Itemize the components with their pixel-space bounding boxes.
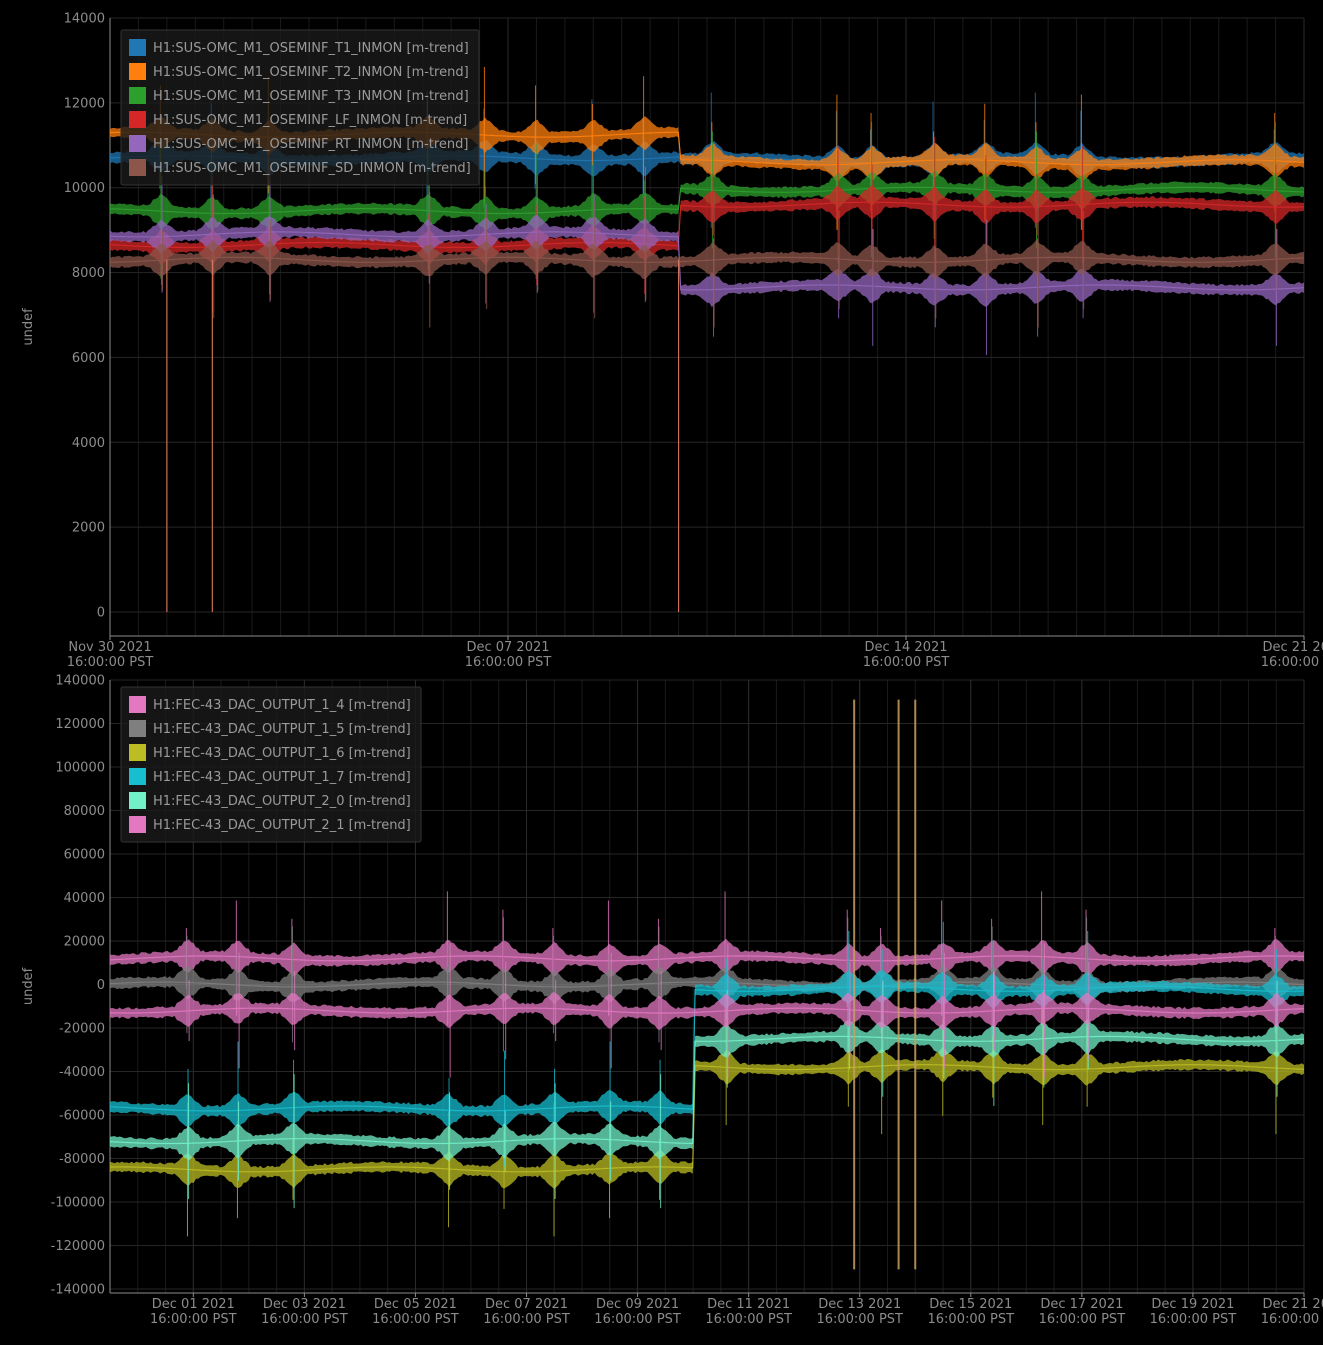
- legend-swatch: [129, 696, 146, 713]
- x-tick-label: Dec 15 2021: [929, 1297, 1012, 1312]
- y-tick-label: 4000: [72, 436, 105, 451]
- x-tick-label: Dec 05 2021: [374, 1297, 457, 1312]
- y-tick-label: -40000: [59, 1065, 105, 1080]
- x-tick-sublabel: 16:00:00 PST: [372, 1312, 459, 1327]
- legend-swatch: [129, 111, 146, 128]
- y-tick-label: 60000: [64, 848, 105, 863]
- legend-label: H1:FEC-43_DAC_OUTPUT_2_1 [m-trend]: [153, 818, 411, 833]
- y-tick-label: 140000: [55, 674, 105, 689]
- y-tick-label: 120000: [55, 717, 105, 732]
- x-tick-sublabel: 16:00:00 PST: [67, 655, 154, 670]
- legend-swatch: [129, 87, 146, 104]
- x-tick-label: Dec 14 2021: [864, 640, 947, 655]
- legend-label: H1:FEC-43_DAC_OUTPUT_2_0 [m-trend]: [153, 794, 411, 809]
- x-tick-label: Dec 17 2021: [1040, 1297, 1123, 1312]
- x-tick-label: Dec 07 2021: [485, 1297, 568, 1312]
- legend-swatch: [129, 720, 146, 737]
- y-tick-label: -60000: [59, 1109, 105, 1124]
- x-tick-sublabel: 16:00:00 PST: [928, 1312, 1015, 1327]
- legend-swatch: [129, 159, 146, 176]
- y-axis-label: undef: [21, 967, 36, 1005]
- x-tick-label: Dec 01 2021: [152, 1297, 235, 1312]
- x-tick-sublabel: 16:00:00 PST: [261, 1312, 348, 1327]
- legend-swatch: [129, 816, 146, 833]
- y-tick-label: -20000: [59, 1022, 105, 1037]
- legend-swatch: [129, 768, 146, 785]
- y-tick-label: 12000: [64, 96, 105, 111]
- x-tick-label: Dec 11 2021: [707, 1297, 790, 1312]
- x-tick-label: Dec 07 2021: [466, 640, 549, 655]
- legend-label: H1:SUS-OMC_M1_OSEMINF_RT_INMON [m-trend]: [153, 137, 469, 152]
- y-axis-label: undef: [21, 308, 36, 346]
- legend-swatch: [129, 792, 146, 809]
- x-tick-sublabel: 16:00:00 PST: [150, 1312, 237, 1327]
- chart-panel-1: 14000 12000 10000 8000 6000 4000 2000 0 Nov 30 2…: [21, 12, 1323, 671]
- x-tick-label: Dec 21 2021: [1262, 1297, 1323, 1312]
- y-tick-label: 0: [97, 606, 105, 621]
- x-tick-sublabel: 16:00:00 PST: [1150, 1312, 1237, 1327]
- y-tick-label: 14000: [64, 12, 105, 27]
- legend-label: H1:SUS-OMC_M1_OSEMINF_T2_INMON [m-trend]: [153, 65, 469, 80]
- legend-label: H1:FEC-43_DAC_OUTPUT_1_7 [m-trend]: [153, 770, 411, 785]
- legend-label: H1:FEC-43_DAC_OUTPUT_1_5 [m-trend]: [153, 722, 411, 737]
- x-tick-sublabel: 16:00:00 PST: [705, 1312, 792, 1327]
- x-tick-sublabel: 16:00:00 PST: [483, 1312, 570, 1327]
- x-tick-sublabel: 16:00:00 PST: [465, 655, 552, 670]
- legend-label: H1:FEC-43_DAC_OUTPUT_1_4 [m-trend]: [153, 698, 411, 713]
- y-tick-label: 10000: [64, 181, 105, 196]
- x-tick-sublabel: 16:00:00 PST: [594, 1312, 681, 1327]
- x-tick-label: Dec 13 2021: [818, 1297, 901, 1312]
- legend: H1:SUS-OMC_M1_OSEMINF_T1_INMON [m-trend]…: [120, 29, 480, 186]
- y-tick-label: 40000: [64, 891, 105, 906]
- y-tick-label: -100000: [51, 1196, 105, 1211]
- y-tick-label: 8000: [72, 266, 105, 281]
- x-tick-label: Dec 19 2021: [1151, 1297, 1234, 1312]
- legend-swatch: [129, 744, 146, 761]
- x-tick-sublabel: 16:00:00 PST: [1261, 655, 1323, 670]
- x-tick-label: Dec 21 2021: [1262, 640, 1323, 655]
- legend-label: H1:FEC-43_DAC_OUTPUT_1_6 [m-trend]: [153, 746, 411, 761]
- x-tick-label: Nov 30 2021: [68, 640, 151, 655]
- x-tick-sublabel: 16:00:00 PST: [816, 1312, 903, 1327]
- x-tick-sublabel: 16:00:00 PST: [863, 655, 950, 670]
- legend-label: H1:SUS-OMC_M1_OSEMINF_SD_INMON [m-trend]: [153, 161, 471, 176]
- y-tick-label: -120000: [51, 1239, 105, 1254]
- x-tick-label: Dec 03 2021: [263, 1297, 346, 1312]
- y-tick-label: 0: [97, 978, 105, 993]
- legend: H1:FEC-43_DAC_OUTPUT_1_4 [m-trend] H1:FEC…: [120, 686, 422, 843]
- y-tick-label: 6000: [72, 351, 105, 366]
- y-tick-label: 100000: [55, 761, 105, 776]
- legend-label: H1:SUS-OMC_M1_OSEMINF_T3_INMON [m-trend]: [153, 89, 469, 104]
- x-tick-label: Dec 09 2021: [596, 1297, 679, 1312]
- chart-canvas: 14000120001000080006000400020000Nov 30 2…: [21, 12, 1323, 1328]
- chart-panel-2: 140000 120000 100000 80000 60000 40000 20000 0 -…: [21, 674, 1323, 1328]
- y-tick-label: 2000: [72, 521, 105, 536]
- y-tick-label: -140000: [51, 1283, 105, 1298]
- x-tick-sublabel: 16:00:00 PST: [1039, 1312, 1126, 1327]
- legend-swatch: [129, 39, 146, 56]
- legend-swatch: [129, 63, 146, 80]
- legend-label: H1:SUS-OMC_M1_OSEMINF_LF_INMON [m-trend]: [153, 113, 467, 128]
- y-tick-label: -80000: [59, 1152, 105, 1167]
- x-tick-sublabel: 16:00:00 PST: [1261, 1312, 1323, 1327]
- y-tick-label: 20000: [64, 935, 105, 950]
- legend-label: H1:SUS-OMC_M1_OSEMINF_T1_INMON [m-trend]: [153, 41, 469, 56]
- legend-swatch: [129, 135, 146, 152]
- y-tick-label: 80000: [64, 804, 105, 819]
